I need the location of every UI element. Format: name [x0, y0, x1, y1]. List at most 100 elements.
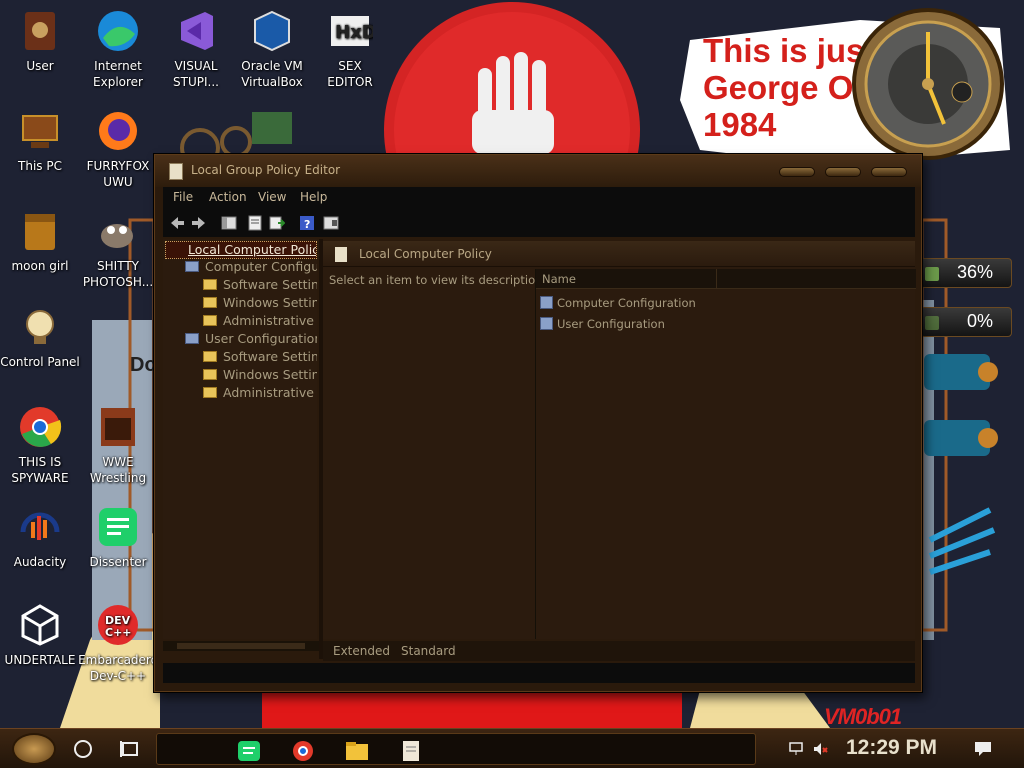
desktop-icon-label: UNDERTALE: [4, 653, 76, 667]
desktop-icon-virtualbox[interactable]: Oracle VM VirtualBox: [232, 8, 312, 90]
desktop-icon-hxd[interactable]: HxD SEX EDITOR: [310, 8, 390, 90]
tree-item-label: Local Computer Policy: [188, 242, 317, 257]
notifications-icon[interactable]: [974, 741, 992, 757]
desktop-icon-wwe[interactable]: WWE Wrestling: [78, 404, 158, 486]
tab-extended[interactable]: Extended: [333, 644, 390, 658]
desktop-icon-moon-girl[interactable]: moon girl: [0, 208, 80, 274]
tab-standard[interactable]: Standard: [401, 644, 456, 658]
menu-file[interactable]: File: [173, 190, 193, 204]
user-folder-icon: [25, 12, 55, 50]
desktop-icon-audacity[interactable]: Audacity: [0, 504, 80, 570]
view-mode-icon[interactable]: [323, 215, 339, 231]
gimp-icon: [101, 224, 133, 248]
desktop-icon-this-pc[interactable]: This PC: [0, 108, 80, 174]
taskbar-clock[interactable]: 12:29 PM: [846, 736, 937, 760]
desktop-icon-label: SEX EDITOR: [327, 59, 373, 89]
desktop-icon-label: Audacity: [13, 555, 67, 569]
chrome-icon: [20, 407, 62, 447]
close-button[interactable]: [871, 167, 907, 177]
column-divider[interactable]: [716, 269, 717, 289]
window-titlebar[interactable]: Local Group Policy Editor: [155, 155, 921, 187]
tree-item-label: Administrative T: [223, 313, 317, 328]
file-explorer-taskbar-icon[interactable]: [345, 740, 369, 762]
scrollbar-thumb[interactable]: [177, 643, 305, 649]
tree-item-local-computer-policy[interactable]: Local Computer Policy: [165, 241, 317, 259]
tree-item-administrative-templates[interactable]: Administrative T: [203, 313, 317, 331]
column-header-name[interactable]: Name: [542, 272, 576, 286]
memory-gauge: 0%: [920, 307, 1012, 337]
tree-item-label: Administrative T: [223, 385, 317, 400]
desktop-icon-user[interactable]: User: [0, 8, 80, 74]
details-pane: Local Computer Policy Select an item to …: [323, 241, 916, 639]
desktop-icon-chrome[interactable]: THIS IS SPYWARE: [0, 404, 80, 486]
task-view-icon[interactable]: [120, 740, 140, 758]
folder-icon: [203, 351, 217, 362]
desktop-icon-internet-explorer[interactable]: Internet Explorer: [78, 8, 158, 90]
tree-item-user-software-settings[interactable]: Software Setting: [203, 349, 317, 367]
system-tray: 12:29 PM: [768, 733, 1018, 765]
desktop-icon-label: VISUAL STUPI...: [173, 59, 219, 89]
start-button[interactable]: [12, 733, 56, 765]
desktop-icon-visual-studio[interactable]: VISUAL STUPI...: [156, 8, 236, 90]
group-policy-editor-window[interactable]: Local Group Policy Editor File Action Vi…: [154, 154, 922, 692]
maximize-button[interactable]: [825, 167, 861, 177]
tree-item-label: Windows Setting: [223, 295, 317, 310]
computer-icon: [22, 115, 58, 148]
desktop-icon-gimp[interactable]: SHITTY PHOTOSH...: [78, 208, 158, 290]
dissenter-taskbar-icon[interactable]: [237, 740, 261, 762]
desktop-icon-label: Oracle VM VirtualBox: [241, 59, 303, 89]
wallpaper-watermark: VM0b01: [824, 704, 902, 729]
tree-item-user-windows-settings[interactable]: Windows Setting: [203, 367, 317, 385]
desktop-icon-devcpp[interactable]: DEV C++ Embarcadero Dev-C++: [78, 602, 158, 684]
help-icon[interactable]: ?: [299, 215, 315, 231]
memory-gauge-value: 0%: [966, 311, 993, 331]
desktop-icon-undertale[interactable]: UNDERTALE: [0, 602, 80, 668]
menu-action[interactable]: Action: [209, 190, 247, 204]
menu-bar: File Action View Help: [163, 187, 915, 209]
desktop-icon-label: Internet Explorer: [93, 59, 143, 89]
desktop-icon-firefox[interactable]: FURRYFOX UWU: [78, 108, 158, 190]
folder-icon: [203, 387, 217, 398]
list-item-user-configuration[interactable]: User Configuration: [540, 317, 665, 337]
console-tree: Local Computer Policy Computer Configura…: [163, 239, 317, 639]
tree-item-software-settings[interactable]: Software Setting: [203, 277, 317, 295]
user-config-icon: [540, 317, 553, 330]
desktop-icon-dissenter[interactable]: Dissenter: [78, 504, 158, 570]
window-title: Local Group Policy Editor: [191, 163, 341, 177]
network-icon[interactable]: [788, 741, 804, 757]
export-list-icon[interactable]: [269, 215, 285, 231]
details-header: Local Computer Policy: [323, 241, 915, 267]
desktop-icon-label: THIS IS SPYWARE: [11, 455, 69, 485]
menu-view[interactable]: View: [258, 190, 286, 204]
search-icon[interactable]: [74, 740, 92, 758]
memory-gauge-bar: [925, 316, 939, 330]
notepad-taskbar-icon[interactable]: [399, 740, 423, 762]
folder-icon: [203, 279, 217, 290]
dissenter-icon: [99, 508, 137, 546]
desktop-icon-control-panel[interactable]: Control Panel: [0, 304, 80, 370]
list-item-computer-configuration[interactable]: Computer Configuration: [540, 296, 696, 316]
volume-muted-icon[interactable]: [812, 741, 828, 757]
chrome-taskbar-icon[interactable]: [291, 740, 315, 762]
forward-arrow-icon[interactable]: [191, 215, 207, 231]
steampunk-clock-widget: [852, 8, 1004, 160]
tree-item-windows-settings[interactable]: Windows Setting: [203, 295, 317, 313]
tree-horizontal-scrollbar[interactable]: [163, 641, 319, 651]
minimize-button[interactable]: [779, 167, 815, 177]
properties-icon[interactable]: [247, 215, 263, 231]
back-arrow-icon[interactable]: [169, 215, 185, 231]
tree-item-label: Software Setting: [223, 277, 317, 292]
tree-item-computer-configuration[interactable]: Computer Configura: [185, 259, 317, 277]
desktop-icon-label: Embarcadero Dev-C++: [78, 653, 158, 683]
show-hide-tree-icon[interactable]: [221, 215, 237, 231]
menu-help[interactable]: Help: [300, 190, 327, 204]
tree-item-user-administrative-templates[interactable]: Administrative T: [203, 385, 317, 403]
folder-icon: [25, 214, 55, 250]
list-header: Name: [536, 269, 916, 289]
details-header-title: Local Computer Policy: [359, 247, 492, 261]
folder-icon: [203, 315, 217, 326]
audacity-icon: [20, 512, 60, 540]
tree-item-label: Windows Setting: [223, 367, 317, 382]
tree-item-user-configuration[interactable]: User Configuration: [185, 331, 317, 349]
list-item-label: User Configuration: [557, 317, 665, 331]
